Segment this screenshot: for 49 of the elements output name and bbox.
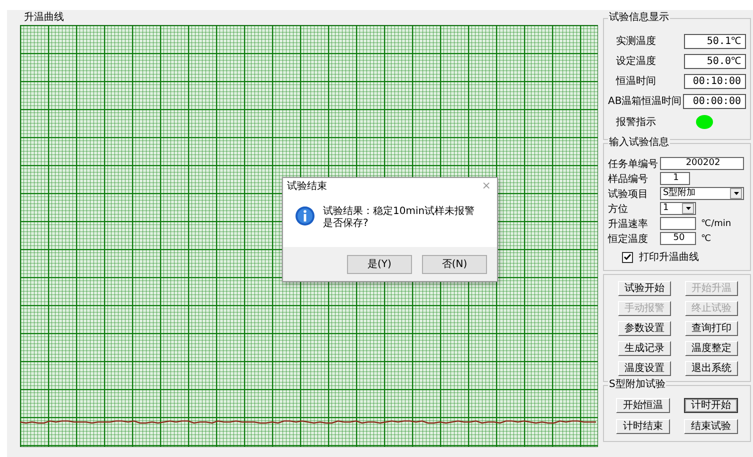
command-button[interactable]: 开始恒温	[616, 398, 670, 413]
group-title: 试验信息显示	[608, 12, 670, 24]
checkbox[interactable]	[622, 252, 633, 262]
dialog-message: 试验结果：稳定10min试样未报警	[323, 206, 475, 218]
value-display: 50.1℃	[684, 34, 746, 48]
dropdown-arrow-icon	[686, 207, 690, 210]
command-button[interactable]: 退出系统	[685, 361, 738, 376]
chart-title: 升温曲线	[24, 13, 65, 23]
command-button[interactable]: 试验开始	[618, 281, 671, 296]
dropdown-field[interactable]: 1	[660, 202, 696, 215]
field-label: 设定温度	[615, 54, 657, 68]
group-title: S型附加试验	[608, 379, 666, 391]
command-button[interactable]: 结束试验	[684, 419, 738, 434]
dropdown-arrow-icon	[734, 192, 738, 195]
command-button[interactable]: 温度设置	[618, 361, 671, 376]
dialog-button[interactable]: 否(N)	[422, 254, 487, 274]
unit-label: ℃/min	[701, 218, 732, 228]
value-display: 00:00:00	[683, 94, 746, 108]
command-button[interactable]: 查询打印	[685, 321, 738, 336]
field-label: 试验项目	[608, 188, 649, 200]
field-label: AB温箱恒温时间	[608, 94, 683, 108]
field-label: 恒定温度	[608, 232, 649, 246]
input-field[interactable]	[660, 217, 696, 230]
dropdown-field[interactable]: S型附加	[660, 187, 744, 200]
dialog-title: 试验结束	[287, 180, 327, 192]
unit-label: ℃	[701, 234, 712, 244]
command-button[interactable]: 计时开始	[684, 398, 738, 413]
command-button[interactable]: 生成记录	[618, 341, 671, 356]
value-display: 50.0℃	[684, 54, 746, 68]
group-title: 输入试验信息	[608, 137, 670, 149]
field-label: 方位	[608, 202, 629, 216]
field-label: 升温速率	[608, 218, 649, 230]
field-label: 报警指示	[615, 116, 657, 129]
info-icon	[295, 206, 315, 226]
input-field[interactable]: 200202	[660, 157, 744, 170]
command-button[interactable]: 温度整定	[685, 341, 738, 356]
field-label: 样品编号	[608, 172, 649, 186]
input-field[interactable]: 1	[660, 172, 690, 185]
checkbox-label: 打印升温曲线	[639, 250, 699, 264]
value-display: 00:10:00	[684, 74, 746, 88]
field-label: 实测温度	[615, 34, 657, 48]
dialog-question: 是否保存?	[323, 218, 370, 230]
command-button[interactable]: 计时结束	[616, 419, 670, 434]
input-field[interactable]: 50	[660, 232, 696, 245]
dialog-button[interactable]: 是(Y)	[347, 254, 412, 274]
field-label: 恒温时间	[614, 74, 657, 88]
checkmark-icon	[624, 254, 631, 260]
field-label: 任务单编号	[608, 158, 659, 170]
command-button[interactable]: 参数设置	[618, 321, 671, 336]
